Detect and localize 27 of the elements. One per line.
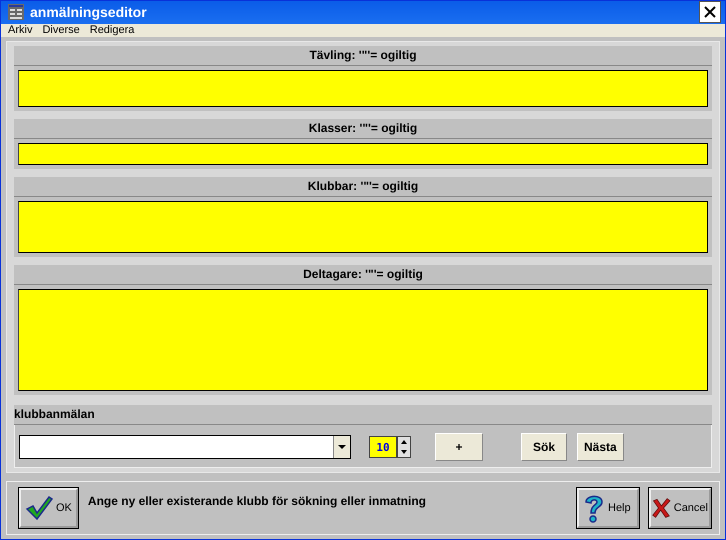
- spin-up-icon[interactable]: [398, 437, 410, 447]
- question-mark-icon: [583, 493, 605, 523]
- window-title: anmälningseditor: [30, 4, 148, 20]
- input-field[interactable]: [18, 143, 708, 165]
- ok-button[interactable]: OK: [19, 488, 78, 528]
- section-label: Klasser: '"'= ogiltig: [14, 119, 712, 139]
- spin-down-icon[interactable]: [398, 447, 410, 457]
- help-button[interactable]: Help: [577, 488, 639, 528]
- add-button[interactable]: +: [435, 433, 483, 461]
- menu-item[interactable]: Redigera: [90, 24, 134, 36]
- close-button[interactable]: [699, 1, 721, 24]
- checkmark-icon: [25, 495, 53, 521]
- app-icon: [8, 4, 24, 20]
- next-button[interactable]: Nästa: [577, 433, 624, 461]
- section-label: Klubbar: '"'= ogiltig: [14, 177, 712, 197]
- status-message: Ange ny eller existerande klubb för sökning eller inmatning: [88, 493, 427, 508]
- section-label: Tävling: '"'= ogiltig: [14, 46, 712, 66]
- close-icon: [704, 6, 716, 18]
- search-button[interactable]: Sök: [521, 433, 567, 461]
- menu-item[interactable]: Diverse: [42, 24, 80, 36]
- input-field[interactable]: [18, 70, 708, 107]
- input-field[interactable]: [18, 289, 708, 391]
- section-label: Deltagare: '"'= ogiltig: [14, 265, 712, 285]
- menu-item[interactable]: Arkiv: [8, 24, 32, 36]
- cancel-button[interactable]: Cancel: [649, 488, 711, 528]
- club-combo-box[interactable]: [19, 435, 351, 459]
- input-field[interactable]: [18, 201, 708, 253]
